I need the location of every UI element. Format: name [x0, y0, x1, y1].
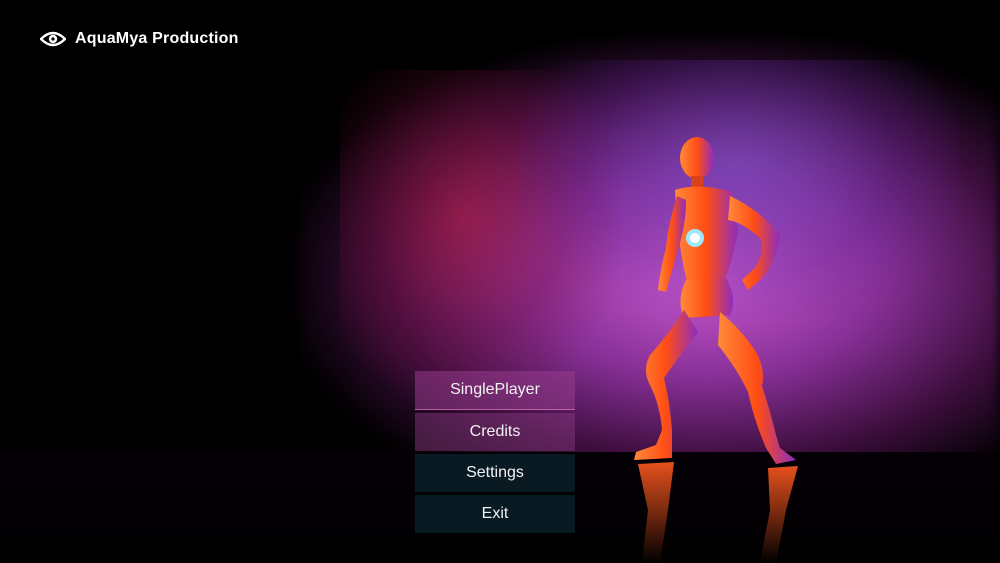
- mannequin-figure: [634, 137, 798, 563]
- brand-name: AquaMya Production: [75, 30, 239, 47]
- credits-button[interactable]: Credits: [415, 413, 575, 451]
- exit-button[interactable]: Exit: [415, 495, 575, 533]
- brand-header: AquaMya Production: [40, 28, 239, 50]
- singleplayer-button[interactable]: SinglePlayer: [415, 371, 575, 410]
- main-menu: SinglePlayer Credits Settings Exit: [415, 371, 575, 536]
- settings-button[interactable]: Settings: [415, 454, 575, 492]
- eye-logo-icon: [40, 31, 66, 47]
